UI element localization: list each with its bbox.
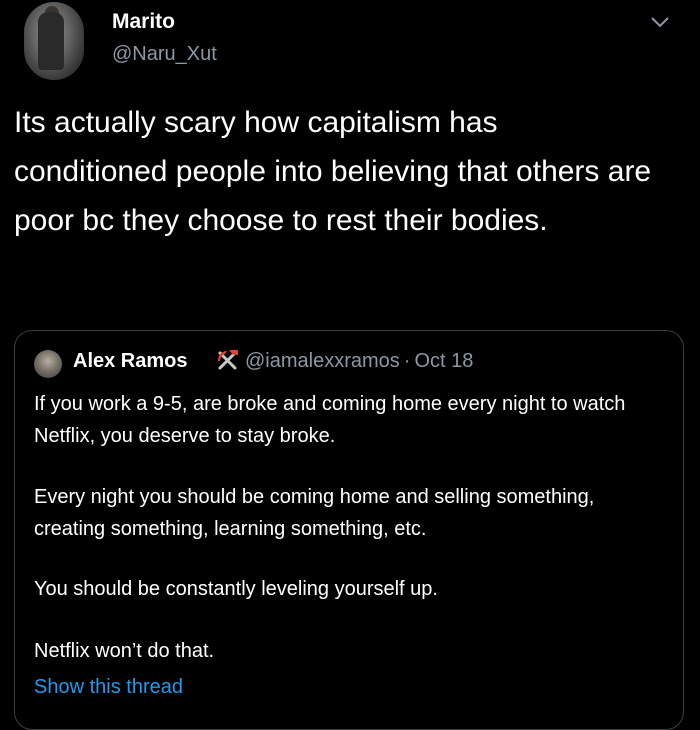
quoted-tweet-card[interactable]: Alex Ramos @iamalexxramos · Oct 18 If you … (14, 330, 684, 730)
quoted-paragraph: Every night you should be coming home an… (34, 486, 595, 540)
author-handle[interactable]: @Naru_Xut (112, 43, 217, 66)
tweet-text: Its actually scary how capitalism has co… (14, 106, 652, 237)
quoted-date[interactable]: Oct 18 (414, 350, 473, 372)
quoted-paragraph: Netflix won’t do that. (34, 640, 215, 662)
meta-separator: · (403, 350, 411, 372)
author-display-name[interactable]: Marito (112, 10, 175, 34)
quoted-author-name[interactable]: Alex Ramos (73, 350, 188, 373)
quoted-meta: @iamalexxramos · Oct 18 (245, 350, 473, 373)
quoted-paragraph: If you work a 9-5, are broke and coming … (34, 393, 626, 447)
quoted-paragraph: You should be constantly leveling yourse… (34, 578, 438, 600)
show-thread-link[interactable]: Show this thread (34, 676, 183, 699)
chevron-down-icon[interactable] (648, 10, 672, 34)
hammer-and-pick-icon (218, 350, 238, 370)
tweet: Marito @Naru_Xut Its actually scary how … (0, 0, 700, 730)
avatar[interactable] (24, 2, 84, 80)
avatar-figure (38, 12, 64, 70)
quoted-avatar[interactable] (34, 350, 62, 378)
quoted-handle[interactable]: @iamalexxramos (245, 350, 400, 372)
